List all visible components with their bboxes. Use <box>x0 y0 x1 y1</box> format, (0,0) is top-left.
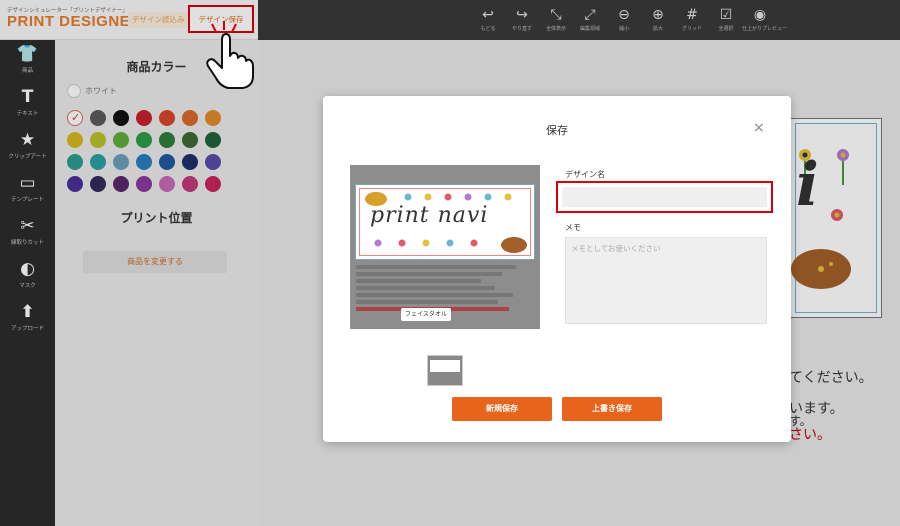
overwrite-save-button[interactable]: 上書き保存 <box>562 397 662 421</box>
memo-textarea[interactable] <box>565 237 767 324</box>
pointer-hand-icon <box>206 21 254 89</box>
preview-notes <box>356 265 534 314</box>
design-name-input[interactable] <box>562 187 767 207</box>
design-thumbnail[interactable] <box>427 355 463 386</box>
save-dialog: 保存 × print navi フェイスタオル デザイン名 メモ メモとしてお使… <box>323 96 791 442</box>
preview-design-text: print navi <box>370 203 489 228</box>
preview-towel: print navi <box>355 184 535 260</box>
design-name-highlight <box>556 181 773 213</box>
design-name-label: デザイン名 <box>565 170 605 179</box>
design-preview: print navi フェイスタオル <box>350 165 540 329</box>
dialog-title: 保存 <box>546 124 568 137</box>
product-name-tag: フェイスタオル <box>401 308 451 321</box>
new-save-button[interactable]: 新規保存 <box>452 397 552 421</box>
memo-label: メモ <box>565 223 581 232</box>
close-icon[interactable]: × <box>753 120 765 136</box>
